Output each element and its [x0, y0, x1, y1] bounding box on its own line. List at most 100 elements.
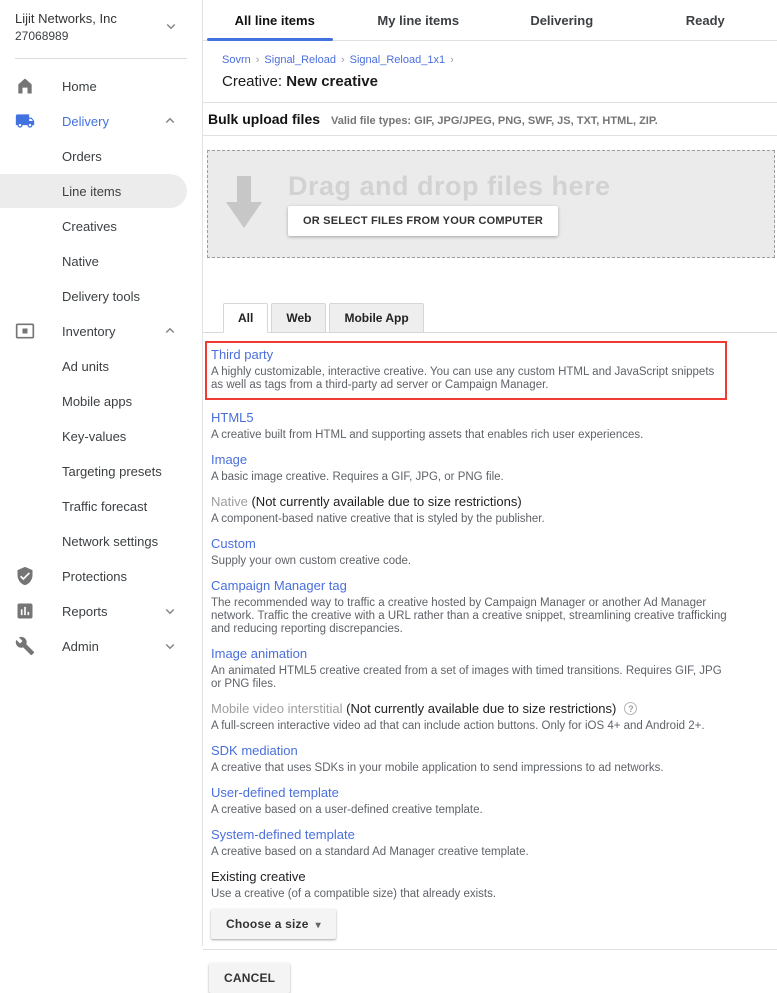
creative-type-title[interactable]: HTML5	[211, 410, 254, 425]
sidebar-item-protections[interactable]: Protections	[0, 559, 187, 593]
sidebar-item-label: Delivery	[62, 114, 109, 129]
sidebar-item-label: Protections	[62, 569, 127, 584]
sidebar-item-label: Line items	[62, 184, 121, 199]
sidebar-item-reports[interactable]: Reports	[0, 594, 187, 628]
creative-type-description: A creative based on a user-defined creat…	[211, 804, 727, 817]
reports-icon	[15, 601, 35, 621]
help-icon[interactable]: ?	[624, 702, 637, 715]
creative-type-title[interactable]: Image	[211, 452, 247, 467]
creative-tab-web[interactable]: Web	[271, 303, 326, 333]
breadcrumb-link[interactable]: Signal_Reload	[264, 54, 336, 66]
sidebar-item-line-items[interactable]: Line items	[0, 174, 187, 208]
creative-type-html5: HTML5A creative built from HTML and supp…	[211, 409, 727, 442]
dropzone-text: Drag and drop files here	[288, 171, 611, 202]
sidebar-item-key-values[interactable]: Key-values	[0, 419, 187, 453]
creative-type-description: A component-based native creative that i…	[211, 513, 727, 526]
sidebar-item-label: Network settings	[62, 534, 158, 549]
sidebar-item-label: Native	[62, 254, 99, 269]
breadcrumb-link[interactable]: Sovrn	[222, 54, 251, 66]
tab-all-line-items[interactable]: All line items	[203, 0, 347, 40]
sidebar-item-label: Traffic forecast	[62, 499, 147, 514]
delivery-icon	[15, 111, 35, 131]
creative-type-description: A highly customizable, interactive creat…	[211, 366, 719, 392]
valid-file-types: Valid file types: GIF, JPG/JPEG, PNG, SW…	[331, 115, 658, 127]
sidebar-item-orders[interactable]: Orders	[0, 139, 187, 173]
breadcrumb-link[interactable]: Signal_Reload_1x1	[350, 54, 445, 66]
sidebar-item-label: Ad units	[62, 359, 109, 374]
tab-ready[interactable]: Ready	[634, 0, 777, 40]
creative-type-title[interactable]: Campaign Manager tag	[211, 578, 347, 593]
chevron-down-icon[interactable]	[161, 637, 179, 658]
sidebar-divider	[15, 58, 187, 59]
sidebar-item-network-settings[interactable]: Network settings	[0, 524, 187, 558]
sidebar-item-native[interactable]: Native	[0, 244, 187, 278]
admin-icon	[15, 636, 35, 656]
creative-type-title[interactable]: Image animation	[211, 646, 307, 661]
page-title-emphasis: New creative	[286, 73, 378, 90]
creative-type-description: The recommended way to traffic a creativ…	[211, 597, 727, 636]
breadcrumb: Sovrn›Signal_Reload›Signal_Reload_1x1›	[203, 41, 777, 66]
chevron-up-icon[interactable]	[161, 322, 179, 343]
sidebar-item-mobile-apps[interactable]: Mobile apps	[0, 384, 187, 418]
creative-type-title[interactable]: Custom	[211, 536, 256, 551]
creative-type-title[interactable]: User-defined template	[211, 785, 339, 800]
creative-type-tab-bar: AllWebMobile App	[203, 303, 777, 333]
creative-type-description: A creative based on a standard Ad Manage…	[211, 846, 727, 859]
unavailable-note: (Not currently available due to size res…	[248, 494, 522, 509]
creative-type-title[interactable]: SDK mediation	[211, 743, 298, 758]
sidebar-item-targeting-presets[interactable]: Targeting presets	[0, 454, 187, 488]
creative-type-system-defined-template: System-defined template A creative based …	[211, 826, 727, 859]
creative-type-title: Native	[211, 494, 248, 509]
sidebar-item-ad-units[interactable]: Ad units	[0, 349, 187, 383]
file-dropzone[interactable]: Drag and drop files here OR SELECT FILES…	[207, 150, 775, 258]
page-title: Creative: New creative	[203, 66, 777, 102]
sidebar-item-home[interactable]: Home	[0, 69, 187, 103]
creative-type-description: An animated HTML5 creative created from …	[211, 665, 727, 691]
sidebar-item-admin[interactable]: Admin	[0, 629, 187, 663]
creative-type-image-animation: Image animation An animated HTML5 creativ…	[211, 645, 727, 691]
account-switcher[interactable]: Lijit Networks, Inc 27068989	[0, 0, 202, 49]
creative-type-native: Native (Not currently available due to s…	[211, 493, 727, 526]
dropdown-arrow-icon: ▾	[316, 920, 321, 931]
sidebar-item-inventory[interactable]: Inventory	[0, 314, 187, 348]
chevron-down-icon[interactable]	[162, 17, 180, 40]
creative-type-title: Mobile video interstitial	[211, 701, 343, 716]
sidebar-item-label: Delivery tools	[62, 289, 140, 304]
cancel-button[interactable]: CANCEL	[209, 963, 290, 993]
choose-size-label: Choose a size	[226, 917, 309, 931]
sidebar-item-label: Targeting presets	[62, 464, 162, 479]
sidebar-item-traffic-forecast[interactable]: Traffic forecast	[0, 489, 187, 523]
tab-my-line-items[interactable]: My line items	[347, 0, 491, 40]
creative-type-description: A creative that uses SDKs in your mobile…	[211, 762, 727, 775]
sidebar-item-delivery[interactable]: Delivery	[0, 104, 187, 138]
home-icon	[15, 76, 35, 96]
sidebar: Lijit Networks, Inc 27068989 Home Deliver…	[0, 0, 203, 946]
sidebar-item-label: Reports	[62, 604, 108, 619]
select-files-button[interactable]: OR SELECT FILES FROM YOUR COMPUTER	[288, 206, 558, 236]
sidebar-item-creatives[interactable]: Creatives	[0, 209, 187, 243]
creative-type-image: Image A basic image creative. Requires a …	[211, 451, 727, 484]
creative-type-title[interactable]: Third party	[211, 347, 273, 362]
sidebar-item-label: Key-values	[62, 429, 126, 444]
bulk-upload-header: Bulk upload files Valid file types: GIF,…	[203, 103, 777, 135]
sidebar-item-label: Creatives	[62, 219, 117, 234]
creative-type-campaign-manager-tag: Campaign Manager tag The recommended way …	[211, 577, 727, 636]
tab-delivering[interactable]: Delivering	[490, 0, 634, 40]
creative-type-custom: Custom Supply your own custom creative co…	[211, 535, 727, 568]
sidebar-item-label: Mobile apps	[62, 394, 132, 409]
creative-type-description: Supply your own custom creative code.	[211, 555, 727, 568]
creative-tab-all[interactable]: All	[223, 303, 268, 333]
chevron-up-icon[interactable]	[161, 112, 179, 133]
creative-type-title[interactable]: System-defined template	[211, 827, 355, 842]
inventory-icon	[15, 321, 35, 341]
divider	[203, 135, 777, 136]
creative-type-description: A basic image creative. Requires a GIF, …	[211, 471, 727, 484]
sidebar-item-delivery-tools[interactable]: Delivery tools	[0, 279, 187, 313]
choose-size-button[interactable]: Choose a size ▾	[211, 909, 336, 939]
unavailable-note: (Not currently available due to size res…	[343, 701, 617, 716]
breadcrumb-separator: ›	[251, 54, 265, 66]
creative-tab-mobile-app[interactable]: Mobile App	[329, 303, 423, 333]
sidebar-item-label: Home	[62, 79, 97, 94]
chevron-down-icon[interactable]	[161, 602, 179, 623]
creative-type-sdk-mediation: SDK mediation A creative that uses SDKs i…	[211, 742, 727, 775]
